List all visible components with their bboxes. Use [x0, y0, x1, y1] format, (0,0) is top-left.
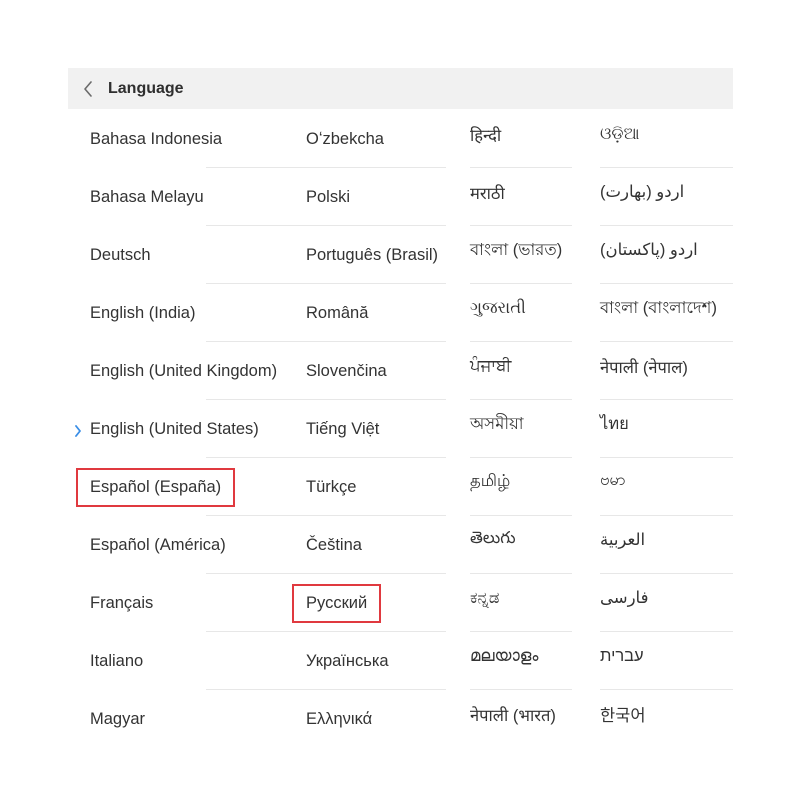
language-label: മലയാളം [470, 646, 539, 665]
language-label: Slovenčina [306, 361, 387, 380]
language-column-1: Bahasa Indonesia Bahasa Melayu Deutsch Engl… [75, 110, 370, 748]
language-label: اردو (بھارت) [600, 183, 685, 201]
language-label: Español (América) [90, 535, 226, 554]
language-option[interactable]: मराठी [470, 168, 572, 226]
language-option[interactable]: Polski [306, 168, 446, 226]
language-option[interactable]: Русский [306, 574, 446, 632]
language-option[interactable]: English (United Kingdom) [90, 342, 370, 400]
page-title: Language [108, 79, 184, 97]
language-label: العربية [600, 531, 646, 549]
language-label: Magyar [90, 709, 146, 728]
language-label: Tiếng Việt [306, 419, 380, 438]
language-label: Türkçe [306, 477, 357, 496]
language-option[interactable]: فارسی [600, 574, 733, 632]
language-label: Bahasa Indonesia [90, 129, 223, 148]
language-option[interactable]: Čeština [306, 516, 446, 574]
language-option[interactable]: தமிழ் [470, 458, 572, 516]
language-option[interactable]: Bahasa Indonesia [90, 110, 370, 168]
language-label: ಕನ್ನಡ [470, 588, 500, 607]
language-option[interactable]: Español (España) [90, 458, 370, 516]
language-label: ਪੰਜਾਬੀ [470, 356, 512, 375]
language-label: Русский [306, 593, 368, 612]
language-label: ไทย [600, 415, 629, 433]
language-label: తెలుగు [470, 529, 516, 547]
language-column-4: ଓଡ଼ିଆ اردو (بھارت) اردو (پاکستان) বাংলা (বা… [600, 110, 733, 748]
language-option[interactable]: العربية [600, 516, 733, 574]
language-label: বাংলা (ভারত) [470, 240, 563, 259]
language-label: Polski [306, 187, 351, 206]
language-label: ဗမာ [600, 471, 626, 489]
language-option[interactable]: Ελληνικά [306, 690, 446, 748]
language-option[interactable]: Oʻzbekcha [306, 110, 446, 168]
language-label: English (India) [90, 303, 196, 322]
language-label: 한국어 [600, 707, 646, 725]
language-option[interactable]: עברית [600, 632, 733, 690]
language-option[interactable]: ਪੰਜਾਬੀ [470, 342, 572, 400]
language-option[interactable]: नेपाली (नेपाल) [600, 342, 733, 400]
back-button[interactable] [68, 68, 108, 109]
header-bar: Language [68, 68, 733, 109]
language-label: नेपाली (नेपाल) [600, 358, 688, 377]
language-option[interactable]: বাংলা (ভারত) [470, 226, 572, 284]
language-label: मराठी [470, 184, 505, 203]
language-label: অসমীয়া [470, 414, 524, 433]
language-label: தமிழ் [470, 471, 511, 490]
language-option[interactable]: Português (Brasil) [306, 226, 446, 284]
language-label: हिन्दी [470, 126, 502, 145]
language-option[interactable]: বাংলা (বাংলাদেশ) [600, 284, 733, 342]
language-option[interactable]: English (India) [90, 284, 370, 342]
language-option[interactable]: English (United States) [75, 400, 370, 458]
chevron-left-icon [83, 80, 93, 97]
language-label: Français [90, 593, 154, 612]
language-option[interactable]: नेपाली (भारत) [470, 690, 572, 748]
language-label: Ελληνικά [306, 709, 373, 728]
language-label: Deutsch [90, 245, 151, 264]
language-label: Bahasa Melayu [90, 187, 204, 206]
language-label: עברית [600, 646, 644, 665]
language-label: فارسی [600, 589, 649, 607]
language-label: English (United States) [90, 419, 259, 438]
language-option[interactable]: Français [90, 574, 370, 632]
language-column-2: Oʻzbekcha Polski Português (Brasil) Română S… [306, 110, 446, 748]
language-label: Português (Brasil) [306, 245, 439, 264]
language-option[interactable]: മലയാളം [470, 632, 572, 690]
language-option[interactable]: Deutsch [90, 226, 370, 284]
language-option[interactable]: ဗမာ [600, 458, 733, 516]
language-option[interactable]: Tiếng Việt [306, 400, 446, 458]
language-option[interactable]: Italiano [90, 632, 370, 690]
language-label: Italiano [90, 651, 144, 670]
language-label: Español (España) [90, 477, 222, 496]
language-option[interactable]: ಕನ್ನಡ [470, 574, 572, 632]
language-settings-page: Language Bahasa Indonesia Bahasa Melayu De… [0, 0, 800, 800]
language-label: Română [306, 303, 369, 322]
language-option[interactable]: ଓଡ଼ିଆ [600, 110, 733, 168]
language-label: ଓଡ଼ିଆ [600, 124, 640, 143]
language-label: Oʻzbekcha [306, 129, 384, 148]
language-option[interactable]: اردو (بھارت) [600, 168, 733, 226]
language-option[interactable]: ગુજરાતી [470, 284, 572, 342]
language-option[interactable]: اردو (پاکستان) [600, 226, 733, 284]
language-label: Українська [306, 651, 389, 670]
language-option[interactable]: অসমীয়া [470, 400, 572, 458]
language-label: नेपाली (भारत) [470, 706, 556, 725]
language-option[interactable]: Magyar [90, 690, 280, 748]
language-label: বাংলা (বাংলাদেশ) [600, 298, 717, 317]
language-option[interactable]: Türkçe [306, 458, 446, 516]
language-option[interactable]: 한국어 [600, 690, 733, 748]
language-option[interactable]: Español (América) [90, 516, 370, 574]
language-option[interactable]: हिन्दी [470, 110, 572, 168]
language-label: ગુજરાતી [470, 298, 526, 317]
language-option[interactable]: ไทย [600, 400, 733, 458]
language-option[interactable]: Bahasa Melayu [90, 168, 370, 226]
language-column-3: हिन्दी मराठी বাংলা (ভারত) ગુજરાતી ਪੰਜਾਬੀ অসমী… [470, 110, 572, 748]
language-label: Čeština [306, 535, 362, 554]
language-option[interactable]: తెలుగు [470, 516, 572, 574]
language-label: اردو (پاکستان) [600, 241, 698, 259]
language-option[interactable]: Slovenčina [306, 342, 446, 400]
language-label: English (United Kingdom) [90, 361, 278, 380]
language-option[interactable]: Română [306, 284, 446, 342]
chevron-right-icon [74, 423, 82, 442]
language-option[interactable]: Українська [306, 632, 446, 690]
